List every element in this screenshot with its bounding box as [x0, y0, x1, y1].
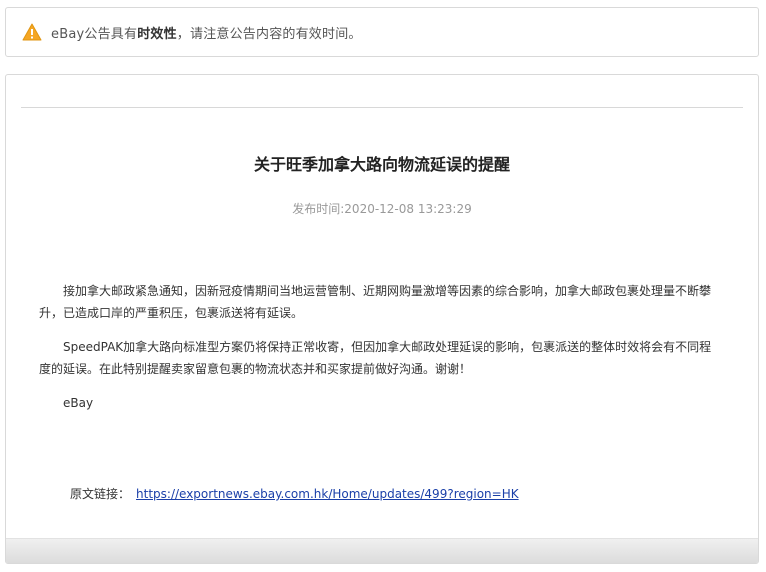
- article-card: 关于旺季加拿大路向物流延误的提醒 发布时间:2020-12-08 13:23:2…: [5, 74, 759, 564]
- publish-time-label: 发布时间:: [292, 202, 345, 216]
- warning-icon: [22, 23, 42, 41]
- publish-time-value: 2020-12-08 13:23:29: [344, 202, 472, 216]
- source-link[interactable]: https://exportnews.ebay.com.hk/Home/upda…: [136, 487, 519, 501]
- source-link-label: 原文链接：: [70, 487, 131, 501]
- notice-text: eBay公告具有时效性，请注意公告内容的有效时间。: [51, 23, 362, 42]
- source-link-row: 原文链接： https://exportnews.ebay.com.hk/Home…: [70, 485, 519, 502]
- article-signature: eBay: [63, 396, 94, 410]
- header-divider: [21, 107, 743, 108]
- publish-time: 发布时间:2020-12-08 13:23:29: [6, 200, 758, 217]
- bottom-toolbar: [6, 538, 758, 563]
- article-paragraph: SpeedPAK加拿大路向标准型方案仍将保持正常收寄，但因加拿大邮政处理延误的影…: [39, 340, 712, 376]
- notice-prefix: eBay公告具有: [51, 26, 138, 42]
- article-paragraph: 接加拿大邮政紧急通知，因新冠疫情期间当地运营管制、近期网购量激增等因素的综合影响…: [39, 284, 712, 320]
- announcement-notice-bar: eBay公告具有时效性，请注意公告内容的有效时间。: [5, 7, 759, 57]
- article-title: 关于旺季加拿大路向物流延误的提醒: [253, 155, 510, 174]
- notice-emphasis: 时效性: [137, 26, 177, 42]
- notice-suffix: ，请注意公告内容的有效时间。: [176, 26, 362, 42]
- article-body: 接加拿大邮政紧急通知，因新冠疫情期间当地运营管制、近期网购量激增等因素的综合影响…: [39, 280, 718, 426]
